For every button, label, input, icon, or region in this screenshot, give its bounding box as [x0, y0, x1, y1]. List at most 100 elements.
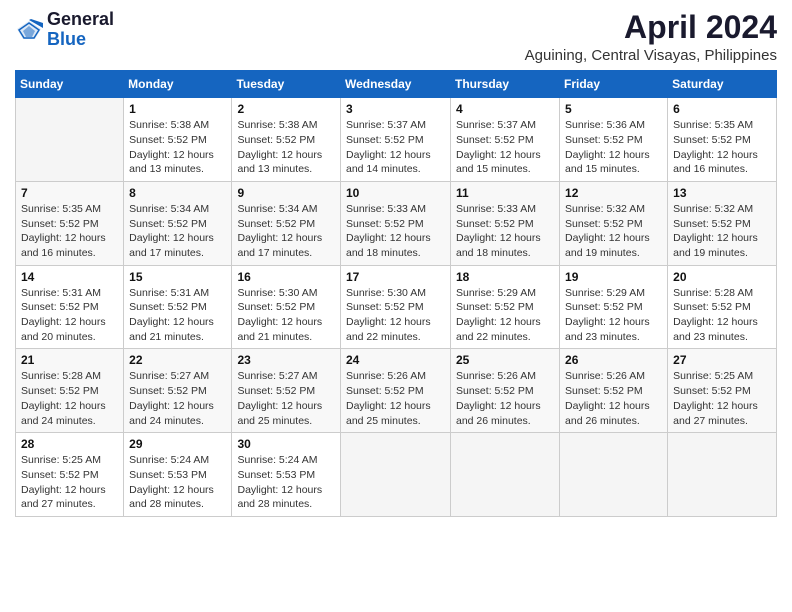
day-info: Sunrise: 5:29 AM Sunset: 5:52 PM Dayligh… — [565, 286, 662, 345]
calendar-cell: 3 Sunrise: 5:37 AM Sunset: 5:52 PM Daylig… — [341, 98, 451, 182]
day-info: Sunrise: 5:32 AM Sunset: 5:52 PM Dayligh… — [673, 202, 771, 261]
week-row-5: 28 Sunrise: 5:25 AM Sunset: 5:52 PM Dayli… — [16, 433, 777, 517]
calendar-cell: 26 Sunrise: 5:26 AM Sunset: 5:52 PM Dayli… — [560, 349, 668, 433]
day-info: Sunrise: 5:33 AM Sunset: 5:52 PM Dayligh… — [346, 202, 445, 261]
day-info: Sunrise: 5:25 AM Sunset: 5:52 PM Dayligh… — [21, 453, 118, 512]
day-number: 4 — [456, 102, 554, 116]
day-info: Sunrise: 5:25 AM Sunset: 5:52 PM Dayligh… — [673, 369, 771, 428]
week-row-3: 14 Sunrise: 5:31 AM Sunset: 5:52 PM Dayli… — [16, 265, 777, 349]
calendar-cell: 2Sunrise: 5:38 AM Sunset: 5:52 PM Daylig… — [232, 98, 341, 182]
column-header-monday: Monday — [124, 71, 232, 98]
logo: General Blue — [15, 10, 114, 50]
day-number: 8 — [129, 186, 226, 200]
day-info: Sunrise: 5:28 AM Sunset: 5:52 PM Dayligh… — [21, 369, 118, 428]
column-header-thursday: Thursday — [451, 71, 560, 98]
calendar-body: 1Sunrise: 5:38 AM Sunset: 5:52 PM Daylig… — [16, 98, 777, 517]
calendar-cell — [560, 433, 668, 517]
calendar-cell: 8 Sunrise: 5:34 AM Sunset: 5:52 PM Daylig… — [124, 181, 232, 265]
day-number: 9 — [237, 186, 335, 200]
column-header-tuesday: Tuesday — [232, 71, 341, 98]
day-number: 11 — [456, 186, 554, 200]
day-number: 12 — [565, 186, 662, 200]
title-block: April 2024 Aguining, Central Visayas, Ph… — [525, 10, 777, 64]
day-number: 2 — [237, 102, 335, 116]
calendar-cell: 7 Sunrise: 5:35 AM Sunset: 5:52 PM Daylig… — [16, 181, 124, 265]
day-info: Sunrise: 5:26 AM Sunset: 5:52 PM Dayligh… — [346, 369, 445, 428]
day-number: 23 — [237, 353, 335, 367]
calendar-cell: 15 Sunrise: 5:31 AM Sunset: 5:52 PM Dayli… — [124, 265, 232, 349]
day-info: Sunrise: 5:32 AM Sunset: 5:52 PM Dayligh… — [565, 202, 662, 261]
calendar-cell: 6 Sunrise: 5:35 AM Sunset: 5:52 PM Daylig… — [668, 98, 777, 182]
calendar-cell: 11Sunrise: 5:33 AM Sunset: 5:52 PM Dayli… — [451, 181, 560, 265]
calendar-cell: 23 Sunrise: 5:27 AM Sunset: 5:52 PM Dayli… — [232, 349, 341, 433]
logo-icon — [15, 19, 43, 41]
day-number: 6 — [673, 102, 771, 116]
day-number: 25 — [456, 353, 554, 367]
calendar-cell: 9Sunrise: 5:34 AM Sunset: 5:52 PM Daylig… — [232, 181, 341, 265]
day-number: 20 — [673, 270, 771, 284]
column-header-wednesday: Wednesday — [341, 71, 451, 98]
day-number: 28 — [21, 437, 118, 451]
day-info: Sunrise: 5:36 AM Sunset: 5:52 PM Dayligh… — [565, 118, 662, 177]
column-header-saturday: Saturday — [668, 71, 777, 98]
day-number: 10 — [346, 186, 445, 200]
day-number: 30 — [237, 437, 335, 451]
calendar-table: SundayMondayTuesdayWednesdayThursdayFrid… — [15, 70, 777, 517]
day-number: 15 — [129, 270, 226, 284]
day-info: Sunrise: 5:26 AM Sunset: 5:52 PM Dayligh… — [565, 369, 662, 428]
day-number: 3 — [346, 102, 445, 116]
calendar-cell: 21 Sunrise: 5:28 AM Sunset: 5:52 PM Dayli… — [16, 349, 124, 433]
calendar-cell: 14 Sunrise: 5:31 AM Sunset: 5:52 PM Dayli… — [16, 265, 124, 349]
day-info: Sunrise: 5:37 AM Sunset: 5:52 PM Dayligh… — [346, 118, 445, 177]
calendar-cell — [341, 433, 451, 517]
calendar-cell: 27 Sunrise: 5:25 AM Sunset: 5:52 PM Dayli… — [668, 349, 777, 433]
calendar-cell: 1Sunrise: 5:38 AM Sunset: 5:52 PM Daylig… — [124, 98, 232, 182]
calendar-cell: 25Sunrise: 5:26 AM Sunset: 5:52 PM Dayli… — [451, 349, 560, 433]
day-info: Sunrise: 5:27 AM Sunset: 5:52 PM Dayligh… — [237, 369, 335, 428]
calendar-cell: 18Sunrise: 5:29 AM Sunset: 5:52 PM Dayli… — [451, 265, 560, 349]
week-row-2: 7 Sunrise: 5:35 AM Sunset: 5:52 PM Daylig… — [16, 181, 777, 265]
day-number: 18 — [456, 270, 554, 284]
day-info: Sunrise: 5:30 AM Sunset: 5:52 PM Dayligh… — [346, 286, 445, 345]
day-info: Sunrise: 5:28 AM Sunset: 5:52 PM Dayligh… — [673, 286, 771, 345]
column-header-friday: Friday — [560, 71, 668, 98]
month-year-title: April 2024 — [525, 10, 777, 45]
calendar-cell: 12 Sunrise: 5:32 AM Sunset: 5:52 PM Dayli… — [560, 181, 668, 265]
calendar-cell: 13 Sunrise: 5:32 AM Sunset: 5:52 PM Dayli… — [668, 181, 777, 265]
logo-text: General Blue — [47, 10, 114, 50]
calendar-cell: 10 Sunrise: 5:33 AM Sunset: 5:52 PM Dayli… — [341, 181, 451, 265]
header-row: SundayMondayTuesdayWednesdayThursdayFrid… — [16, 71, 777, 98]
calendar-cell — [668, 433, 777, 517]
day-info: Sunrise: 5:38 AM Sunset: 5:52 PM Dayligh… — [129, 118, 226, 177]
day-info: Sunrise: 5:27 AM Sunset: 5:52 PM Dayligh… — [129, 369, 226, 428]
day-number: 27 — [673, 353, 771, 367]
week-row-1: 1Sunrise: 5:38 AM Sunset: 5:52 PM Daylig… — [16, 98, 777, 182]
location-subtitle: Aguining, Central Visayas, Philippines — [525, 47, 777, 64]
calendar-cell: 28 Sunrise: 5:25 AM Sunset: 5:52 PM Dayli… — [16, 433, 124, 517]
calendar-cell: 24 Sunrise: 5:26 AM Sunset: 5:52 PM Dayli… — [341, 349, 451, 433]
day-info: Sunrise: 5:35 AM Sunset: 5:52 PM Dayligh… — [21, 202, 118, 261]
day-number: 7 — [21, 186, 118, 200]
calendar-cell: 29 Sunrise: 5:24 AM Sunset: 5:53 PM Dayli… — [124, 433, 232, 517]
calendar-cell — [451, 433, 560, 517]
day-number: 5 — [565, 102, 662, 116]
day-number: 24 — [346, 353, 445, 367]
day-number: 17 — [346, 270, 445, 284]
day-info: Sunrise: 5:35 AM Sunset: 5:52 PM Dayligh… — [673, 118, 771, 177]
day-info: Sunrise: 5:31 AM Sunset: 5:52 PM Dayligh… — [129, 286, 226, 345]
day-number: 26 — [565, 353, 662, 367]
calendar-cell — [16, 98, 124, 182]
day-info: Sunrise: 5:37 AM Sunset: 5:52 PM Dayligh… — [456, 118, 554, 177]
day-number: 22 — [129, 353, 226, 367]
day-number: 29 — [129, 437, 226, 451]
day-number: 14 — [21, 270, 118, 284]
week-row-4: 21 Sunrise: 5:28 AM Sunset: 5:52 PM Dayli… — [16, 349, 777, 433]
day-info: Sunrise: 5:34 AM Sunset: 5:52 PM Dayligh… — [129, 202, 226, 261]
day-info: Sunrise: 5:30 AM Sunset: 5:52 PM Dayligh… — [237, 286, 335, 345]
day-info: Sunrise: 5:24 AM Sunset: 5:53 PM Dayligh… — [237, 453, 335, 512]
day-info: Sunrise: 5:31 AM Sunset: 5:52 PM Dayligh… — [21, 286, 118, 345]
day-info: Sunrise: 5:24 AM Sunset: 5:53 PM Dayligh… — [129, 453, 226, 512]
day-number: 13 — [673, 186, 771, 200]
day-number: 21 — [21, 353, 118, 367]
calendar-cell: 16Sunrise: 5:30 AM Sunset: 5:52 PM Dayli… — [232, 265, 341, 349]
